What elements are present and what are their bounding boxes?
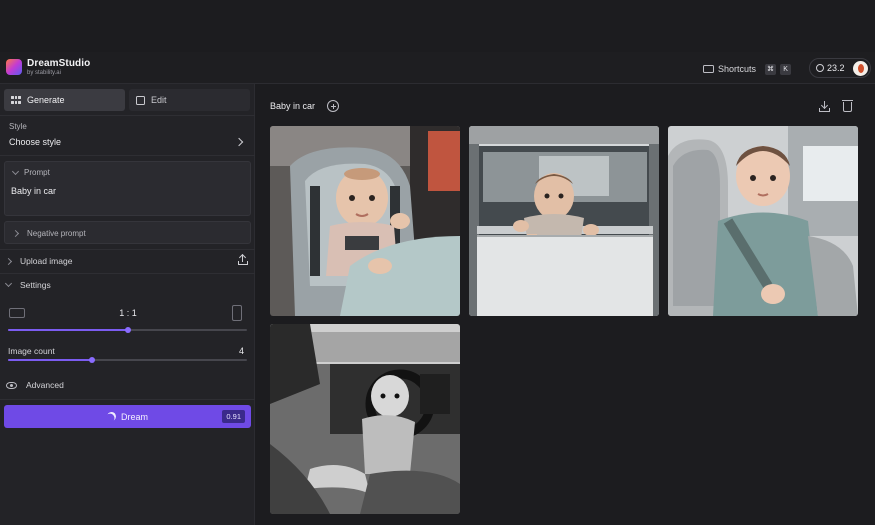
style-select[interactable]: Choose style — [9, 137, 61, 147]
prompt-input[interactable]: Baby in car — [11, 186, 56, 196]
chevron-down-icon — [11, 167, 20, 175]
key-command: ⌘ — [765, 63, 777, 75]
cost-badge: 0.91 — [222, 410, 245, 423]
image-count-slider-handle[interactable] — [88, 357, 95, 363]
trash-icon[interactable] — [842, 100, 853, 112]
keyboard-icon — [703, 65, 714, 73]
image-count-label: Image count — [8, 346, 55, 356]
dream-button[interactable]: Dream 0.91 — [4, 405, 251, 428]
chevron-right-icon[interactable] — [234, 137, 244, 147]
gallery-title: Baby in car — [270, 101, 316, 111]
shortcuts-button[interactable]: Shortcuts ⌘ K — [703, 62, 792, 76]
portrait-ratio-icon[interactable] — [232, 305, 242, 321]
aspect-ratio-value: 1 : 1 — [119, 308, 137, 318]
tab-edit[interactable]: Edit — [129, 89, 250, 111]
divider — [0, 273, 255, 274]
image-count-value: 4 — [239, 346, 245, 356]
shortcuts-label: Shortcuts — [718, 64, 757, 74]
key-k: K — [780, 63, 792, 75]
divider — [0, 155, 255, 156]
brand: DreamStudio by stability.ai — [27, 58, 90, 76]
generated-image[interactable] — [270, 126, 460, 316]
dreamstudio-logo-icon[interactable] — [6, 59, 22, 75]
chevron-right-icon — [4, 257, 13, 265]
divider — [0, 115, 255, 116]
grid-icon — [11, 96, 21, 104]
chevron-down-icon — [4, 279, 13, 288]
sidebar: Generate Edit Style Choose style Prompt … — [0, 84, 255, 525]
edit-icon — [136, 95, 145, 105]
settings-label: Settings — [20, 280, 51, 290]
eye-icon — [6, 381, 17, 389]
settings-header[interactable]: Settings — [4, 279, 51, 290]
negative-prompt-panel[interactable]: Negative prompt — [4, 221, 251, 244]
app-header: DreamStudio by stability.ai Shortcuts ⌘ … — [0, 52, 875, 84]
generated-image[interactable] — [469, 126, 659, 316]
image-count-slider-fill — [8, 359, 92, 361]
top-backdrop — [0, 0, 875, 52]
style-label: Style — [9, 122, 27, 131]
advanced-row[interactable]: Advanced — [6, 380, 64, 390]
aspect-ratio-slider-fill — [8, 329, 128, 331]
tab-generate-label: Generate — [27, 95, 65, 105]
app-subtitle: by stability.ai — [27, 70, 61, 76]
upload-icon[interactable] — [238, 255, 248, 265]
credits-icon — [816, 64, 824, 72]
divider — [0, 249, 255, 250]
tab-edit-label: Edit — [151, 95, 167, 105]
prompt-panel: Prompt Baby in car — [4, 161, 251, 216]
upload-image-label: Upload image — [20, 256, 73, 266]
prompt-label: Prompt — [24, 168, 50, 177]
negative-prompt-label: Negative prompt — [27, 229, 86, 238]
credits-value: 23.2 — [827, 63, 845, 73]
negative-prompt-header[interactable]: Negative prompt — [11, 229, 86, 238]
app-name: DreamStudio — [27, 58, 91, 69]
download-icon[interactable] — [819, 101, 830, 112]
baby-driver-seat-bw-image — [270, 324, 460, 514]
chevron-right-icon — [11, 229, 20, 238]
aspect-ratio-slider-handle[interactable] — [124, 327, 131, 333]
dream-button-label: Dream — [120, 411, 148, 422]
image-count-slider[interactable] — [8, 357, 247, 363]
tab-generate[interactable]: Generate — [4, 89, 125, 111]
avatar[interactable] — [853, 61, 868, 76]
landscape-ratio-icon[interactable] — [9, 308, 25, 318]
upload-image-row[interactable]: Upload image — [4, 256, 73, 266]
prompt-header[interactable]: Prompt — [11, 167, 50, 177]
advanced-label: Advanced — [26, 380, 64, 390]
generated-image[interactable] — [270, 324, 460, 514]
credits-button[interactable]: 23.2 — [809, 58, 871, 78]
add-icon[interactable] — [327, 100, 339, 112]
baby-car-seat-image — [270, 126, 460, 316]
baby-teal-jacket-image — [668, 126, 858, 316]
dream-icon — [106, 411, 118, 423]
baby-window-image — [469, 126, 659, 316]
generated-image[interactable] — [668, 126, 858, 316]
divider — [0, 399, 255, 400]
aspect-ratio-slider[interactable] — [8, 327, 247, 333]
